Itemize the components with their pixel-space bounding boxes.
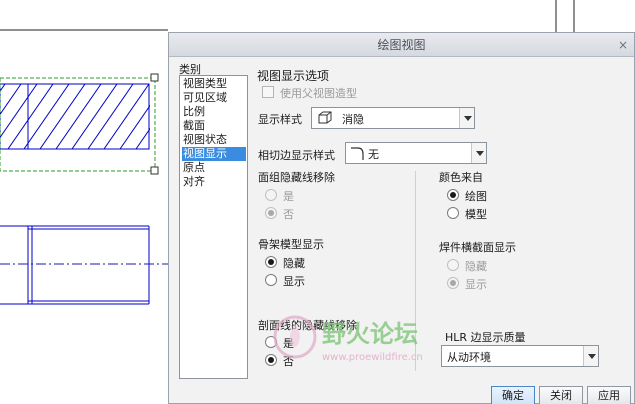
watermark-url: www.proewildfire.cn xyxy=(322,352,423,363)
skeleton-hide-label: 隐藏 xyxy=(283,257,305,270)
color-from-drawing-label: 绘图 xyxy=(465,190,487,203)
forum-watermark: 野火论坛 www.proewildfire.cn xyxy=(262,308,467,370)
shaft-view[interactable] xyxy=(0,225,150,305)
skeleton-show-label: 显示 xyxy=(283,275,305,288)
view-selection-border xyxy=(0,77,156,172)
dialog-titlebar[interactable]: 绘图视图 × xyxy=(169,33,634,57)
category-item-view-display[interactable]: 视图显示 xyxy=(182,147,246,161)
display-style-label: 显示样式 xyxy=(258,113,302,126)
weld-xsec-hide-radio[interactable] xyxy=(447,259,459,271)
ok-button[interactable]: 确定 xyxy=(491,386,535,404)
weld-xsec-show-label: 显示 xyxy=(465,278,487,291)
use-parent-style-checkbox[interactable] xyxy=(262,86,274,98)
weld-xsec-hide-label: 隐藏 xyxy=(465,260,487,273)
quilt-hlr-no-label: 否 xyxy=(283,208,294,221)
drawing-frame-lines xyxy=(0,0,575,32)
resize-handle-top[interactable] xyxy=(150,73,159,82)
chevron-down-icon[interactable] xyxy=(471,143,486,163)
chevron-down-icon[interactable] xyxy=(583,346,598,366)
category-item-view-type[interactable]: 视图类型 xyxy=(182,77,246,91)
weld-xsec-show-radio[interactable] xyxy=(447,277,459,289)
category-item-alignment[interactable]: 对齐 xyxy=(182,175,246,189)
category-item-origin[interactable]: 原点 xyxy=(182,161,246,175)
hidden-line-cube-icon xyxy=(318,111,332,124)
quilt-hlr-yes-label: 是 xyxy=(283,190,294,203)
resize-handle-bottom[interactable] xyxy=(150,166,159,175)
color-from-model-radio[interactable] xyxy=(447,207,459,219)
tangent-edge-select[interactable]: 无 xyxy=(345,142,487,164)
category-item-view-state[interactable]: 视图状态 xyxy=(182,133,246,147)
hatched-section-view[interactable] xyxy=(0,83,181,150)
close-button[interactable]: 关闭 xyxy=(539,386,583,404)
tangent-edge-label: 相切边显示样式 xyxy=(258,149,335,162)
close-icon[interactable]: × xyxy=(616,33,630,57)
quilt-hlr-no-radio[interactable] xyxy=(265,207,277,219)
category-item-scale[interactable]: 比例 xyxy=(182,105,246,119)
apply-button[interactable]: 应用 xyxy=(587,386,631,404)
skeleton-display-label: 骨架模型显示 xyxy=(258,238,324,251)
color-from-drawing-radio[interactable] xyxy=(447,189,459,201)
category-item-section[interactable]: 截面 xyxy=(182,119,246,133)
quilt-hlr-label: 面组隐藏线移除 xyxy=(258,171,335,184)
skeleton-hide-radio[interactable] xyxy=(265,256,277,268)
category-list[interactable]: 视图类型 可见区域 比例 截面 视图状态 视图显示 原点 对齐 xyxy=(179,75,248,379)
watermark-text: 野火论坛 xyxy=(322,320,418,348)
display-style-value: 消隐 xyxy=(342,113,364,126)
color-from-model-label: 模型 xyxy=(465,208,487,221)
tangent-edge-none-icon xyxy=(351,147,364,160)
dialog-title: 绘图视图 xyxy=(377,38,426,52)
weld-xsec-label: 焊件横截面显示 xyxy=(439,241,516,254)
color-from-label: 颜色来自 xyxy=(439,171,483,184)
chevron-down-icon[interactable] xyxy=(459,108,474,128)
display-style-select[interactable]: 消隐 xyxy=(311,107,475,129)
category-item-visible-area[interactable]: 可见区域 xyxy=(182,91,246,105)
flame-logo-icon xyxy=(273,315,317,359)
section-title: 视图显示选项 xyxy=(257,69,330,83)
use-parent-style-label: 使用父视图造型 xyxy=(280,87,357,100)
tangent-edge-value: 无 xyxy=(368,148,379,161)
skeleton-show-radio[interactable] xyxy=(265,274,277,286)
quilt-hlr-yes-radio[interactable] xyxy=(265,189,277,201)
